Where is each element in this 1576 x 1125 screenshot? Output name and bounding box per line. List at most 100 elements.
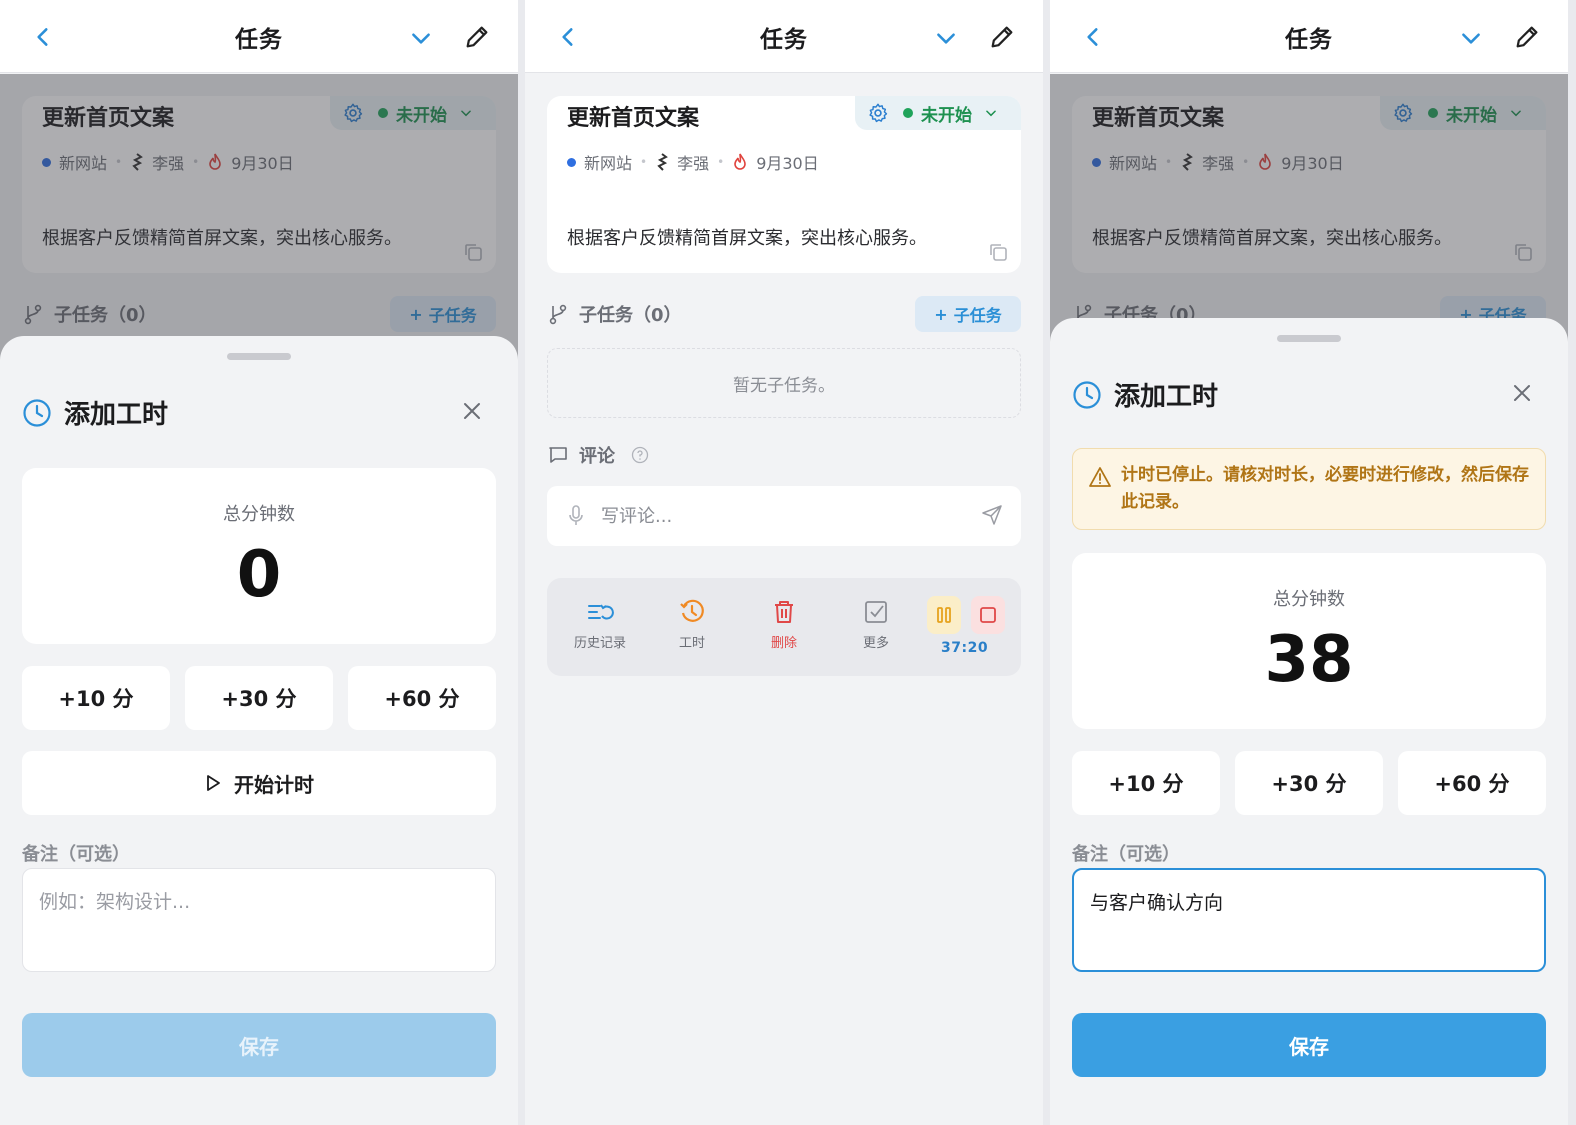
comments-header: 评论	[547, 442, 649, 468]
fire-icon	[734, 153, 746, 170]
add-10-button[interactable]: +10 分	[1072, 751, 1220, 815]
add-60-button[interactable]: +60 分	[348, 666, 496, 730]
help-icon[interactable]	[631, 446, 649, 464]
chevron-down-icon[interactable]	[931, 25, 961, 51]
history-button[interactable]: 历史记录	[565, 598, 635, 651]
chevron-down-icon	[986, 110, 996, 117]
total-minutes-value: 0	[236, 538, 282, 612]
worktime-button[interactable]: 工时	[657, 598, 727, 651]
play-icon	[207, 775, 220, 791]
mic-icon[interactable]	[567, 504, 585, 528]
separator: •	[640, 155, 648, 169]
total-minutes-card: 总分钟数 0	[22, 468, 496, 644]
add-10-button[interactable]: +10 分	[22, 666, 170, 730]
warning-banner: 计时已停止。请核对时长，必要时进行修改，然后保存此记录。	[1072, 448, 1546, 530]
total-minutes-value: 38	[1264, 623, 1354, 697]
branch-icon	[549, 304, 567, 325]
pencil-icon[interactable]	[988, 23, 1016, 51]
nav-bar: 任务	[0, 0, 518, 73]
warning-text: 计时已停止。请核对时长，必要时进行修改，然后保存此记录。	[1121, 465, 1529, 512]
pause-button[interactable]	[927, 596, 961, 634]
comment-icon	[549, 447, 567, 463]
save-button[interactable]: 保存	[22, 1013, 496, 1077]
avatar	[657, 153, 668, 171]
chevron-down-icon[interactable]	[1456, 25, 1486, 51]
sheet-handle[interactable]	[1277, 335, 1341, 342]
sheet-handle[interactable]	[227, 353, 291, 360]
trash-icon	[775, 601, 793, 623]
start-timer-button[interactable]: 开始计时	[22, 751, 496, 815]
nav-bar: 任务	[525, 0, 1043, 73]
nav-bar: 任务	[1050, 0, 1568, 73]
subtasks-header: 子任务（0） + 子任务	[547, 296, 1021, 332]
note-input[interactable]: 与客户确认方向	[1072, 868, 1546, 972]
task-description: 根据客户反馈精简首屏文案，突出核心服务。	[567, 228, 927, 249]
total-minutes-label: 总分钟数	[1273, 589, 1345, 610]
project-dot	[567, 157, 576, 167]
action-toolbar: 历史记录 工时 删除 更多 37:20	[547, 578, 1021, 676]
comment-input[interactable]: 写评论...	[547, 486, 1021, 546]
status-label: 未开始	[921, 105, 972, 126]
more-label: 更多	[862, 636, 889, 651]
clock-icon	[23, 398, 51, 427]
due-date[interactable]: 9月30日	[756, 150, 819, 174]
add-30-button[interactable]: +30 分	[185, 666, 333, 730]
more-button[interactable]: 更多	[841, 598, 911, 651]
assignee-name[interactable]: 李强	[677, 150, 709, 174]
page-title: 任务	[760, 27, 808, 53]
subtasks-label: 子任务（0）	[579, 305, 682, 326]
total-minutes-label: 总分钟数	[223, 504, 295, 525]
checkbox-icon	[865, 601, 887, 623]
pencil-icon[interactable]	[1513, 23, 1541, 51]
add-subtask-button[interactable]: + 子任务	[915, 296, 1021, 332]
comments-label: 评论	[579, 446, 615, 467]
plus-icon: +	[934, 304, 948, 324]
page-title: 任务	[1285, 27, 1333, 53]
task-meta: 新网站 • 李强 • 9月30日	[567, 150, 819, 174]
status-dot	[903, 108, 913, 118]
delete-button[interactable]: 删除	[749, 598, 819, 651]
timer-display: 37:20	[941, 640, 989, 656]
send-icon[interactable]	[981, 504, 1003, 526]
stop-icon	[980, 607, 996, 623]
chevron-down-icon[interactable]	[406, 25, 436, 51]
sheet-header: 添加工时	[22, 394, 168, 431]
clock-icon	[1073, 380, 1101, 409]
screen-add-time-empty: 任务 更新首页文案 未开始 新网站 • 李强 • 9月30日 根据客户反馈精简首…	[0, 0, 518, 1125]
sheet-title: 添加工时	[1114, 382, 1219, 412]
history-icon	[588, 604, 614, 620]
note-label: 备注（可选）	[22, 844, 130, 865]
save-button[interactable]: 保存	[1072, 1013, 1546, 1077]
sheet-header: 添加工时	[1072, 376, 1218, 413]
total-minutes-card: 总分钟数 38	[1072, 553, 1546, 729]
separator: •	[717, 155, 725, 169]
gear-icon[interactable]	[867, 102, 889, 124]
sheet-title: 添加工时	[64, 400, 169, 430]
pencil-icon[interactable]	[463, 23, 491, 51]
subtasks-empty: 暂无子任务。	[547, 348, 1021, 418]
close-icon[interactable]	[460, 399, 484, 423]
comment-placeholder: 写评论...	[601, 506, 673, 527]
add-30-button[interactable]: +30 分	[1235, 751, 1383, 815]
status-badge[interactable]: 未开始	[855, 96, 1021, 130]
pause-icon	[937, 607, 951, 623]
note-label: 备注（可选）	[1072, 844, 1180, 865]
start-timer-label: 开始计时	[234, 772, 314, 797]
note-input[interactable]	[22, 868, 496, 972]
page-title: 任务	[235, 27, 283, 53]
close-icon[interactable]	[1510, 381, 1534, 405]
add-time-sheet: 添加工时 计时已停止。请核对时长，必要时进行修改，然后保存此记录。 总分钟数 3…	[1050, 318, 1568, 1125]
add-time-sheet: 添加工时 总分钟数 0 +10 分 +30 分 +60 分 开始计时 备注（可选…	[0, 336, 518, 1125]
history-label: 历史记录	[573, 636, 626, 651]
warning-icon	[1089, 467, 1111, 487]
stop-button[interactable]	[971, 596, 1005, 634]
copy-icon[interactable]	[987, 241, 1009, 263]
worktime-label: 工时	[678, 636, 705, 651]
delete-label: 删除	[770, 636, 797, 651]
clock-icon	[680, 599, 704, 622]
screen-add-time-filled: 任务 更新首页文案 未开始 新网站 • 李强 • 9月30日 根据客户反馈精简首…	[1050, 0, 1568, 1125]
add-60-button[interactable]: +60 分	[1398, 751, 1546, 815]
project-name[interactable]: 新网站	[584, 150, 632, 174]
task-card: 更新首页文案 未开始 新网站 • 李强 • 9月30日 根据客户反馈精简首屏文案…	[547, 96, 1021, 273]
task-title: 更新首页文案	[567, 106, 700, 131]
